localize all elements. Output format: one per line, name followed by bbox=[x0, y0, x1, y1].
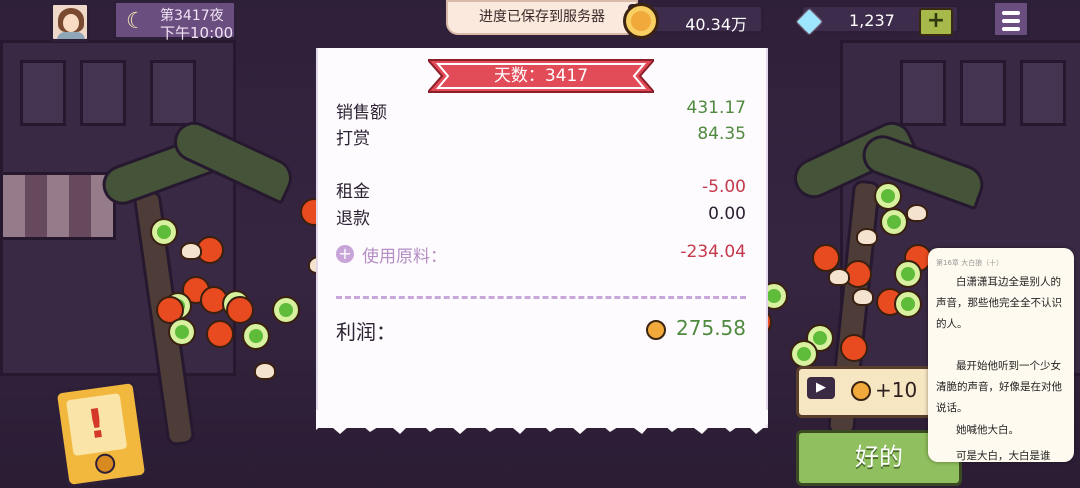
profit-row: 利润： 275.58 bbox=[336, 316, 746, 344]
reader-chapter-header: 第16章 大白狼（十） bbox=[936, 259, 1004, 267]
avatar-body bbox=[57, 32, 85, 39]
ingredients-value: -234.04 bbox=[680, 242, 746, 262]
rent-row: 租金 -5.00 bbox=[336, 177, 746, 202]
sales-row: 销售额 431.17 bbox=[336, 98, 746, 123]
pepper-slice bbox=[150, 218, 178, 246]
refund-label: 退款 bbox=[336, 209, 370, 229]
pepper-slice bbox=[880, 208, 908, 236]
ingredients-row[interactable]: + 使用原料： -234.04 bbox=[336, 242, 746, 267]
tips-row: 打赏 84.35 bbox=[336, 124, 746, 149]
tomato-slice bbox=[206, 320, 234, 348]
sales-label: 销售额 bbox=[336, 103, 387, 123]
card-badge-dot bbox=[93, 452, 117, 476]
reader-paragraph: 她喊他大白。 bbox=[956, 424, 1019, 436]
moon-icon: ☾ bbox=[126, 9, 146, 34]
tips-value: 84.35 bbox=[697, 124, 746, 144]
hamburger-icon bbox=[1002, 27, 1020, 31]
clock-time: 下午10:00 bbox=[160, 24, 234, 42]
garlic-clove bbox=[254, 362, 276, 380]
refund-row: 退款 0.00 bbox=[336, 204, 746, 229]
pepper-slice bbox=[168, 318, 196, 346]
receipt-divider bbox=[336, 296, 746, 299]
garlic-clove bbox=[852, 288, 874, 306]
avatar-face bbox=[63, 14, 79, 32]
garlic-clove bbox=[906, 204, 928, 222]
gem-counter: ◆ 1,237 + bbox=[797, 0, 960, 38]
diamond-icon: ◆ bbox=[797, 0, 822, 38]
plus-circle-icon[interactable]: + bbox=[336, 245, 354, 263]
coin-icon bbox=[646, 320, 666, 340]
coin-icon bbox=[623, 3, 659, 39]
pepper-slice bbox=[272, 296, 300, 324]
pepper-slice bbox=[874, 182, 902, 210]
profit-value: 275.58 bbox=[676, 316, 746, 340]
tomato-slice bbox=[840, 334, 868, 362]
reader-paragraph: 最开始他听到一个少女清脆的声音，好像是在对他说话。 bbox=[936, 360, 1062, 414]
gem-amount: 1,237 bbox=[849, 11, 895, 30]
hamburger-icon bbox=[1002, 11, 1020, 15]
sales-value: 431.17 bbox=[686, 98, 746, 118]
coin-icon bbox=[851, 381, 871, 401]
menu-button[interactable] bbox=[992, 0, 1030, 38]
ingredients-label: 使用原料： bbox=[362, 247, 447, 267]
rent-label: 租金 bbox=[336, 182, 370, 202]
refund-value: 0.00 bbox=[708, 204, 746, 224]
hamburger-icon bbox=[1002, 19, 1020, 23]
watch-ad-button[interactable]: ▶ +10 bbox=[796, 366, 948, 418]
profit-label: 利润： bbox=[336, 320, 396, 344]
floating-reader-window[interactable]: 第16章 大白狼（十） 白潇潇耳边全是别人的声音，那些他完全全不认识的人。 最开… bbox=[928, 248, 1074, 462]
alert-card-button[interactable]: ! bbox=[53, 379, 149, 488]
ad-reward-amount: +10 bbox=[875, 378, 918, 402]
pepper-slice bbox=[894, 290, 922, 318]
save-toast: 进度已保存到服务器 bbox=[446, 0, 638, 35]
reader-paragraph: 可是大白，大白是谁 bbox=[956, 450, 1051, 462]
garlic-clove bbox=[828, 268, 850, 286]
night-time-panel: ☾ 第3417夜 下午10:00 bbox=[113, 0, 237, 42]
pepper-slice bbox=[790, 340, 818, 368]
exclamation-icon: ! bbox=[66, 393, 128, 457]
garlic-clove bbox=[856, 228, 878, 246]
player-avatar[interactable] bbox=[50, 2, 90, 42]
tips-label: 打赏 bbox=[336, 129, 370, 149]
pepper-slice bbox=[242, 322, 270, 350]
coin-counter: 40.34万 bbox=[623, 3, 764, 39]
day-title: 天数：3417 bbox=[493, 66, 589, 86]
coin-amount: 40.34万 bbox=[685, 15, 747, 34]
add-gems-button[interactable]: + bbox=[919, 8, 953, 36]
pepper-slice bbox=[894, 260, 922, 288]
garlic-clove bbox=[180, 242, 202, 260]
reader-paragraph: 白潇潇耳边全是别人的声音，那些他完全全不认识的人。 bbox=[936, 276, 1062, 330]
receipt-torn-edge bbox=[316, 410, 768, 434]
tomato-slice bbox=[226, 296, 254, 324]
rent-value: -5.00 bbox=[702, 177, 746, 197]
play-video-icon: ▶ bbox=[807, 377, 835, 399]
